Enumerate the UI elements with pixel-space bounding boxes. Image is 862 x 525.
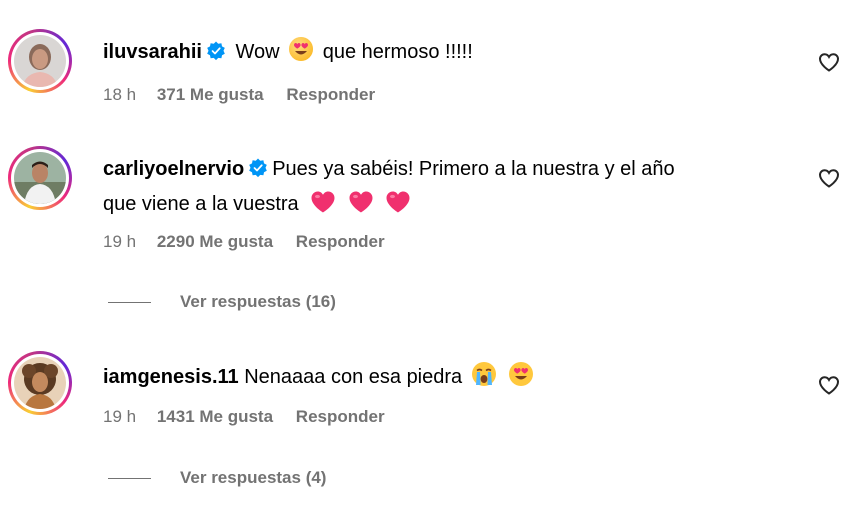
loudly-crying-face-emoji [471,361,497,396]
comment-text: Nenaaaa con esa piedra [244,366,463,388]
comment-timestamp[interactable]: 19 h [103,407,136,426]
replies-divider [108,477,151,479]
heart-outline-icon [818,376,840,395]
red-heart-emoji [310,190,336,223]
verified-badge-icon [248,157,268,187]
comment-username[interactable]: iamgenesis.11 [103,366,239,388]
likes-count[interactable]: 2290 Me gusta [157,232,273,251]
comment-text: que hermoso !!!!! [322,41,473,63]
like-button[interactable] [817,50,841,74]
comment-text: que viene a la vuestra [103,193,299,215]
avatar[interactable] [14,357,66,409]
smiling-face-with-heart-eyes-emoji [508,361,534,396]
avatar[interactable] [14,152,66,204]
avatar[interactable] [14,35,66,87]
comment-username[interactable]: carliyoelnervio [103,158,244,180]
reply-button[interactable]: Responder [286,85,375,104]
comment-timestamp[interactable]: 18 h [103,85,136,104]
reply-button[interactable]: Responder [296,232,385,251]
replies-divider [108,301,151,303]
comment-text: Wow [235,41,280,63]
red-heart-emoji [385,190,411,223]
reply-button[interactable]: Responder [296,407,385,426]
heart-outline-icon [818,169,840,188]
likes-count[interactable]: 371 Me gusta [157,85,264,104]
story-ring[interactable] [8,146,72,210]
comment-text: Pues ya sabéis! Primero a la nuestra y e… [272,158,675,180]
view-replies-button[interactable]: Ver respuestas (16) [108,292,336,312]
heart-outline-icon [818,53,840,72]
like-button[interactable] [817,166,841,190]
view-replies-label[interactable]: Ver respuestas (4) [180,468,326,488]
verified-badge-icon [206,40,226,70]
smiling-face-with-heart-eyes-emoji [288,36,314,71]
red-heart-emoji [348,190,374,223]
view-replies-button[interactable]: Ver respuestas (4) [108,468,326,488]
view-replies-label[interactable]: Ver respuestas (16) [180,292,336,312]
likes-count[interactable]: 1431 Me gusta [157,407,273,426]
story-ring[interactable] [8,351,72,415]
comment-username[interactable]: iluvsarahii [103,41,202,63]
comment-timestamp[interactable]: 19 h [103,232,136,251]
like-button[interactable] [817,373,841,397]
story-ring[interactable] [8,29,72,93]
